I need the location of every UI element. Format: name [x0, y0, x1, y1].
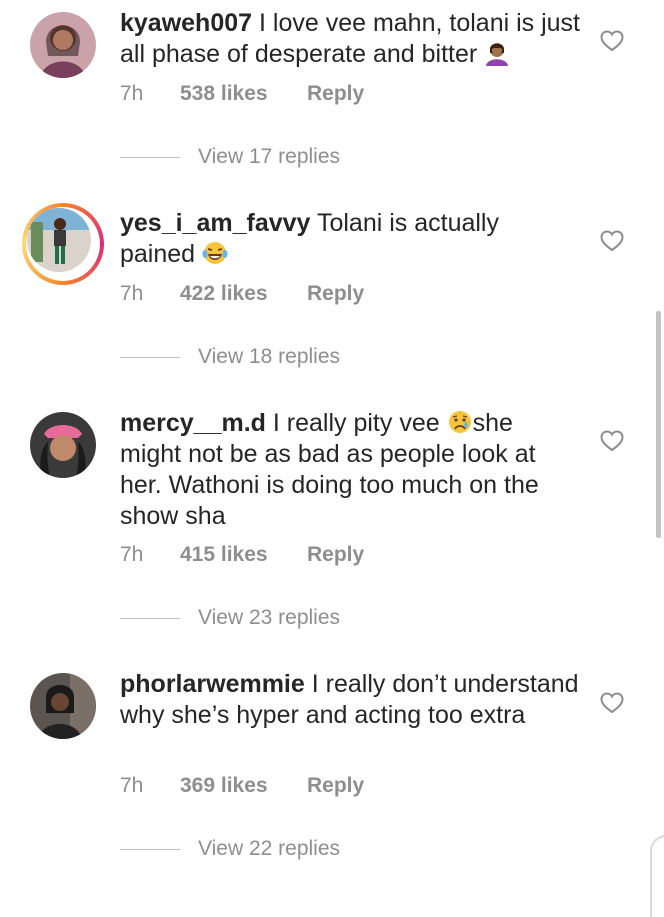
comment-body-start: I really pity vee	[272, 409, 440, 437]
reply-button[interactable]: Reply	[307, 282, 364, 306]
divider-line	[120, 356, 180, 358]
divider-line	[120, 848, 180, 850]
divider-line	[120, 156, 180, 158]
avatar[interactable]	[30, 412, 96, 478]
reply-button[interactable]: Reply	[307, 82, 364, 106]
reply-button[interactable]: Reply	[307, 543, 364, 567]
overlay-fragment	[650, 835, 664, 917]
avatar	[27, 208, 91, 272]
comment-meta: 7h 369 likes Reply	[120, 774, 364, 798]
comment-time: 7h	[120, 543, 144, 566]
comment-meta: 7h 538 likes Reply	[120, 82, 364, 106]
view-replies-button[interactable]: View 23 replies	[120, 606, 340, 630]
person-facepalming-emoji	[484, 40, 510, 66]
comment-time: 7h	[120, 82, 144, 105]
comment-likes[interactable]: 422 likes	[180, 282, 307, 306]
comment-time: 7h	[120, 282, 144, 305]
comment-likes[interactable]: 369 likes	[180, 774, 307, 798]
comment-username[interactable]: yes_i_am_favvy	[120, 209, 310, 237]
comment-meta: 7h 422 likes Reply	[120, 282, 364, 306]
comment-time: 7h	[120, 774, 144, 797]
view-replies-button[interactable]: View 22 replies	[120, 837, 340, 861]
view-replies-label: View 17 replies	[198, 145, 341, 168]
comment-username[interactable]: kyaweh007	[120, 9, 252, 37]
divider-line	[120, 617, 180, 619]
view-replies-button[interactable]: View 18 replies	[120, 345, 340, 369]
comment-text: yes_i_am_favvy Tolani is actually pained	[120, 208, 580, 270]
comment-username[interactable]: phorlarwemmie	[120, 670, 305, 698]
comment-text: kyaweh007 I love vee mahn, tolani is jus…	[120, 8, 580, 70]
view-replies-label: View 18 replies	[198, 345, 341, 368]
avatar[interactable]	[30, 673, 96, 739]
like-heart-icon[interactable]	[600, 692, 624, 714]
like-heart-icon[interactable]	[600, 30, 624, 52]
comment-meta: 7h 415 likes Reply	[120, 543, 364, 567]
avatar-story-ring[interactable]	[22, 203, 104, 285]
comment-likes[interactable]: 415 likes	[180, 543, 307, 567]
view-replies-label: View 23 replies	[198, 606, 341, 629]
comment-text: phorlarwemmie I really don’t understand …	[120, 669, 580, 731]
crying-face-emoji	[447, 409, 473, 435]
view-replies-button[interactable]: View 17 replies	[120, 145, 340, 169]
reply-button[interactable]: Reply	[307, 774, 364, 798]
comment-text: mercy__m.d I really pity vee she might n…	[120, 408, 580, 532]
comment-likes[interactable]: 538 likes	[180, 82, 307, 106]
like-heart-icon[interactable]	[600, 430, 624, 452]
view-replies-label: View 22 replies	[198, 837, 341, 860]
scrollbar-thumb[interactable]	[656, 311, 661, 538]
laughing-tears-emoji	[202, 240, 228, 266]
like-heart-icon[interactable]	[600, 230, 624, 252]
avatar[interactable]	[30, 12, 96, 78]
comment-username[interactable]: mercy__m.d	[120, 409, 266, 437]
